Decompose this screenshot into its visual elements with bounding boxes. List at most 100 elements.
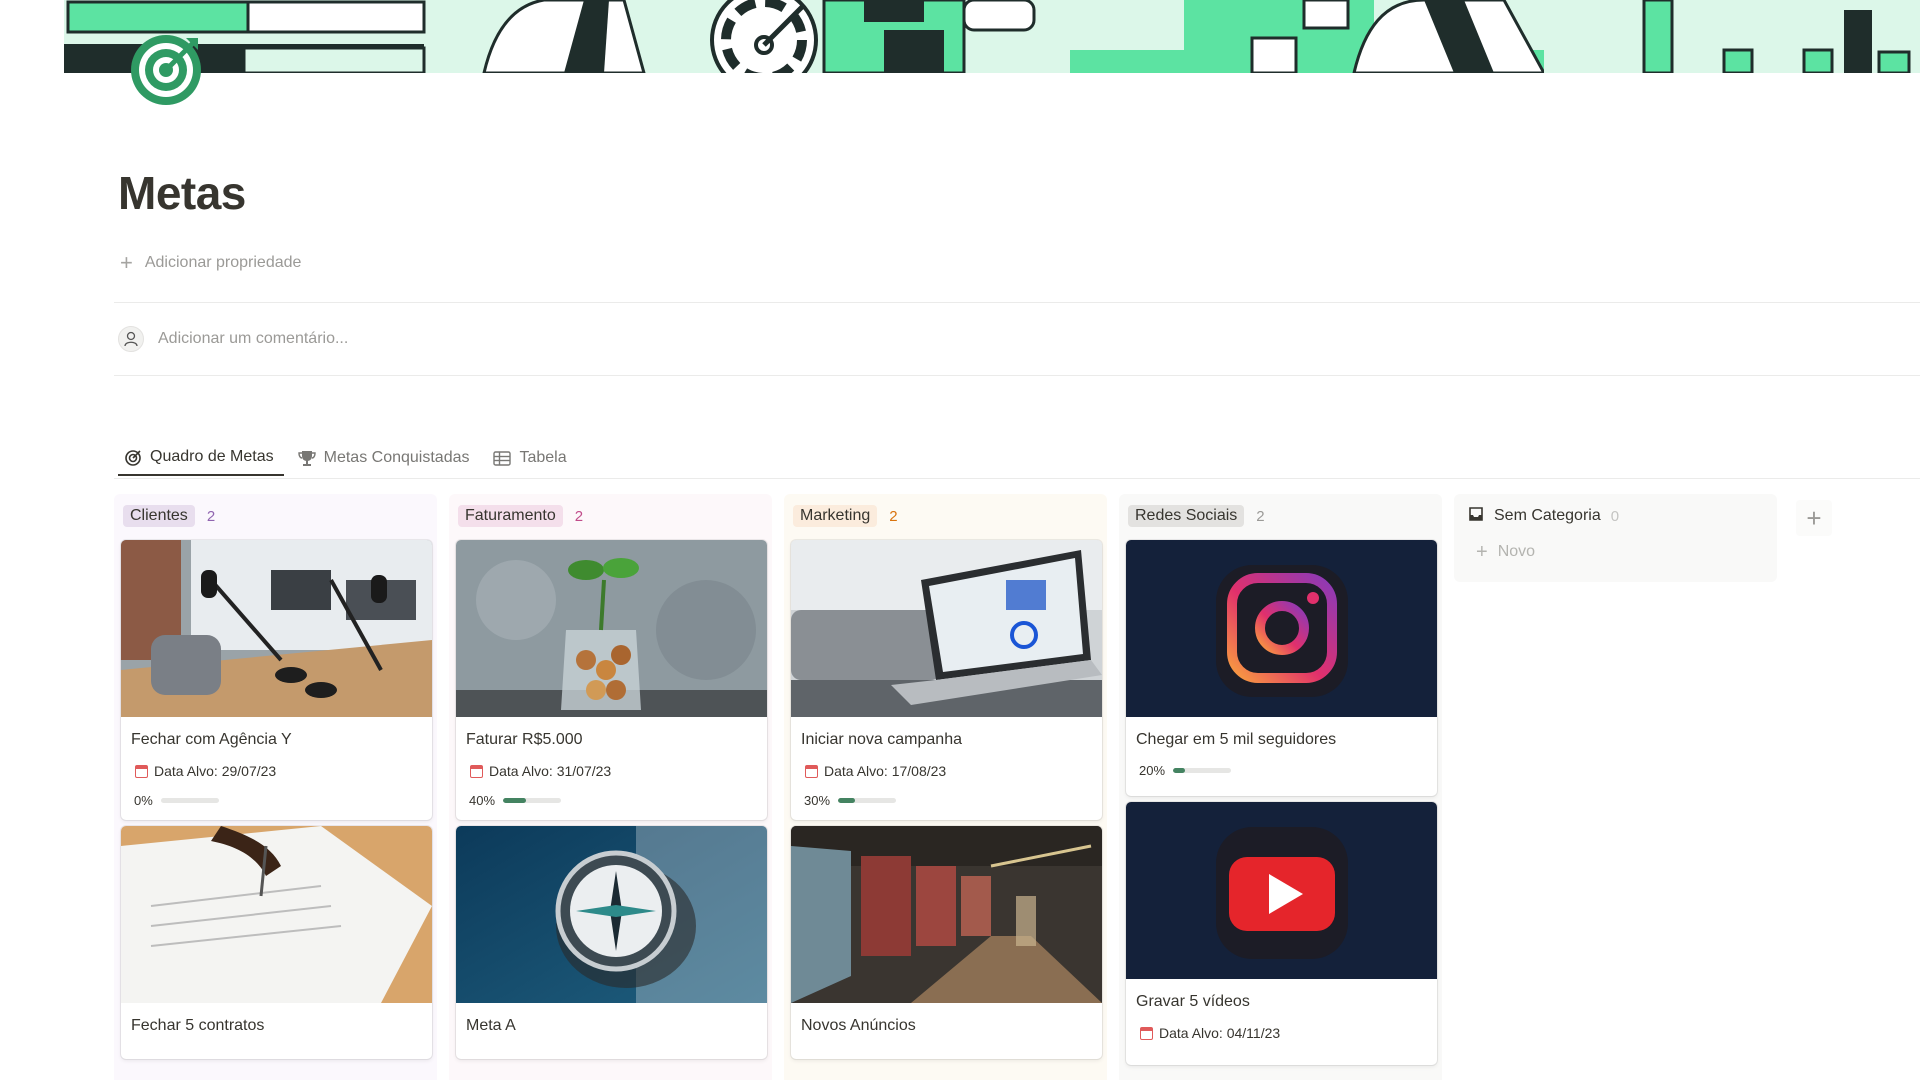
target-icon [131,35,201,105]
card-target-date: Data Alvo: 29/07/23 [135,763,422,779]
column-header[interactable]: Sem Categoria 0 [1462,502,1769,530]
card-target-date: Data Alvo: 04/11/23 [1140,1025,1427,1041]
goal-card[interactable]: Chegar em 5 mil seguidores 20% [1126,540,1437,796]
date-value: Data Alvo: 29/07/23 [154,763,277,779]
card-title: Novos Anúncios [801,1017,916,1034]
column-header[interactable]: Clientes 2 [121,502,430,530]
card-progress: 0% [134,793,422,808]
card-title: Fechar 5 contratos [131,1017,265,1034]
date-value: Data Alvo: 31/07/23 [489,763,612,779]
column-count: 2 [1256,507,1265,525]
board-column-marketing: Marketing 2 Iniciar nova campanha Data A… [784,494,1107,1080]
tab-label: Metas Conquistadas [323,449,470,466]
card-image-compass [456,826,767,1003]
tab-quadro-de-metas[interactable]: Quadro de Metas [118,440,284,476]
progress-label: 20% [1139,763,1166,778]
progress-fill [1173,768,1185,773]
goal-card[interactable]: Meta A [456,826,767,1059]
board-column-faturamento: Faturamento 2 Faturar R$5.000 Data Alvo:… [449,494,772,1080]
board-column-sem-categoria: Sem Categoria 0 + Novo [1454,494,1777,582]
calendar-icon [805,764,818,778]
tab-tabela[interactable]: Tabela [487,440,576,476]
divider [114,302,1920,303]
inbox-icon [1468,506,1484,527]
date-value: Data Alvo: 04/11/23 [1159,1025,1281,1041]
board-column-redes-sociais: Redes Sociais 2 Chegar em 5 mil seguidor… [1119,494,1442,1080]
column-header[interactable]: Redes Sociais 2 [1126,502,1435,530]
date-value: Data Alvo: 17/08/23 [824,763,947,779]
add-property-label: Adicionar propriedade [144,254,302,271]
calendar-icon [135,764,148,778]
goal-card[interactable]: Fechar 5 contratos [121,826,432,1059]
progress-fill [503,798,527,803]
progress-bar [838,798,897,803]
progress-bar [503,798,562,803]
tab-metas-conquistadas[interactable]: Metas Conquistadas [292,440,480,476]
card-image-coins-plant [456,540,767,717]
progress-bar [1173,768,1232,773]
card-progress: 40% [469,793,757,808]
progress-bar [160,798,219,803]
card-title: Meta A [466,1017,516,1034]
board-column-clientes: Clientes 2 Fechar com Agência Y Data Alv… [114,494,437,1080]
kanban-board: Clientes 2 Fechar com Agência Y Data Alv… [114,494,1777,1080]
progress-label: 0% [134,793,153,808]
progress-label: 40% [469,793,496,808]
calendar-icon [470,764,483,778]
plus-icon: + [1476,541,1488,563]
card-image-youtube [1126,802,1437,979]
calendar-icon [1140,1026,1153,1040]
goal-card[interactable]: Iniciar nova campanha Data Alvo: 17/08/2… [791,540,1102,820]
goal-card[interactable]: Gravar 5 vídeos Data Alvo: 04/11/23 [1126,802,1437,1065]
card-title: Chegar em 5 mil seguidores [1136,731,1337,748]
progress-label: 30% [804,793,831,808]
trophy-icon [297,449,316,467]
column-count: 2 [206,507,216,525]
goal-card[interactable]: Fechar com Agência Y Data Alvo: 29/07/23… [121,540,432,820]
add-property-button[interactable]: + Adicionar propriedade [120,252,301,274]
add-group-button[interactable]: + [1796,500,1832,536]
tab-label: Quadro de Metas [150,448,274,465]
new-card-button[interactable]: + Novo [1462,542,1769,562]
card-progress: 30% [804,793,1092,808]
goal-card[interactable]: Faturar R$5.000 Data Alvo: 31/07/23 40% [456,540,767,820]
column-header[interactable]: Faturamento 2 [456,502,765,530]
column-tag: Faturamento [458,505,563,527]
column-count: 2 [574,507,584,525]
new-card-label: Novo [1497,543,1536,560]
card-image-subway-ads [791,826,1102,1003]
column-label: Sem Categoria [1494,507,1601,524]
card-image-podcast-studio [121,540,432,717]
card-progress: 20% [1139,763,1427,778]
page-title[interactable]: Metas [118,166,246,220]
plus-icon: + [120,250,133,275]
user-avatar-icon [124,331,138,347]
cover-illustration [64,0,1920,73]
tab-label: Tabela [519,449,567,466]
page-cover[interactable] [64,0,1920,73]
page-target-icon[interactable] [128,32,204,108]
comment-input[interactable]: Adicionar um comentário... [118,326,348,352]
target-icon [124,448,142,466]
card-title: Fechar com Agência Y [131,731,292,748]
comment-placeholder: Adicionar um comentário... [158,330,349,347]
card-image-instagram [1126,540,1437,717]
card-title: Gravar 5 vídeos [1136,993,1250,1010]
card-image-laptop-dashboard [791,540,1102,717]
goal-card[interactable]: Novos Anúncios [791,826,1102,1059]
tabs-divider [114,478,1920,479]
progress-fill [838,798,856,803]
card-title: Iniciar nova campanha [801,731,962,748]
column-header[interactable]: Marketing 2 [791,502,1100,530]
divider [114,375,1920,376]
column-tag: Marketing [793,505,878,527]
avatar [118,326,144,352]
view-tabs: Quadro de Metas Metas Conquistadas Tabel… [118,440,585,480]
table-icon [493,449,512,467]
column-count: 0 [1610,507,1620,525]
card-target-date: Data Alvo: 31/07/23 [470,763,757,779]
column-tag: Clientes [123,505,195,527]
plus-icon: + [1806,502,1822,533]
column-tag: Redes Sociais [1128,505,1245,527]
card-title: Faturar R$5.000 [466,731,583,748]
